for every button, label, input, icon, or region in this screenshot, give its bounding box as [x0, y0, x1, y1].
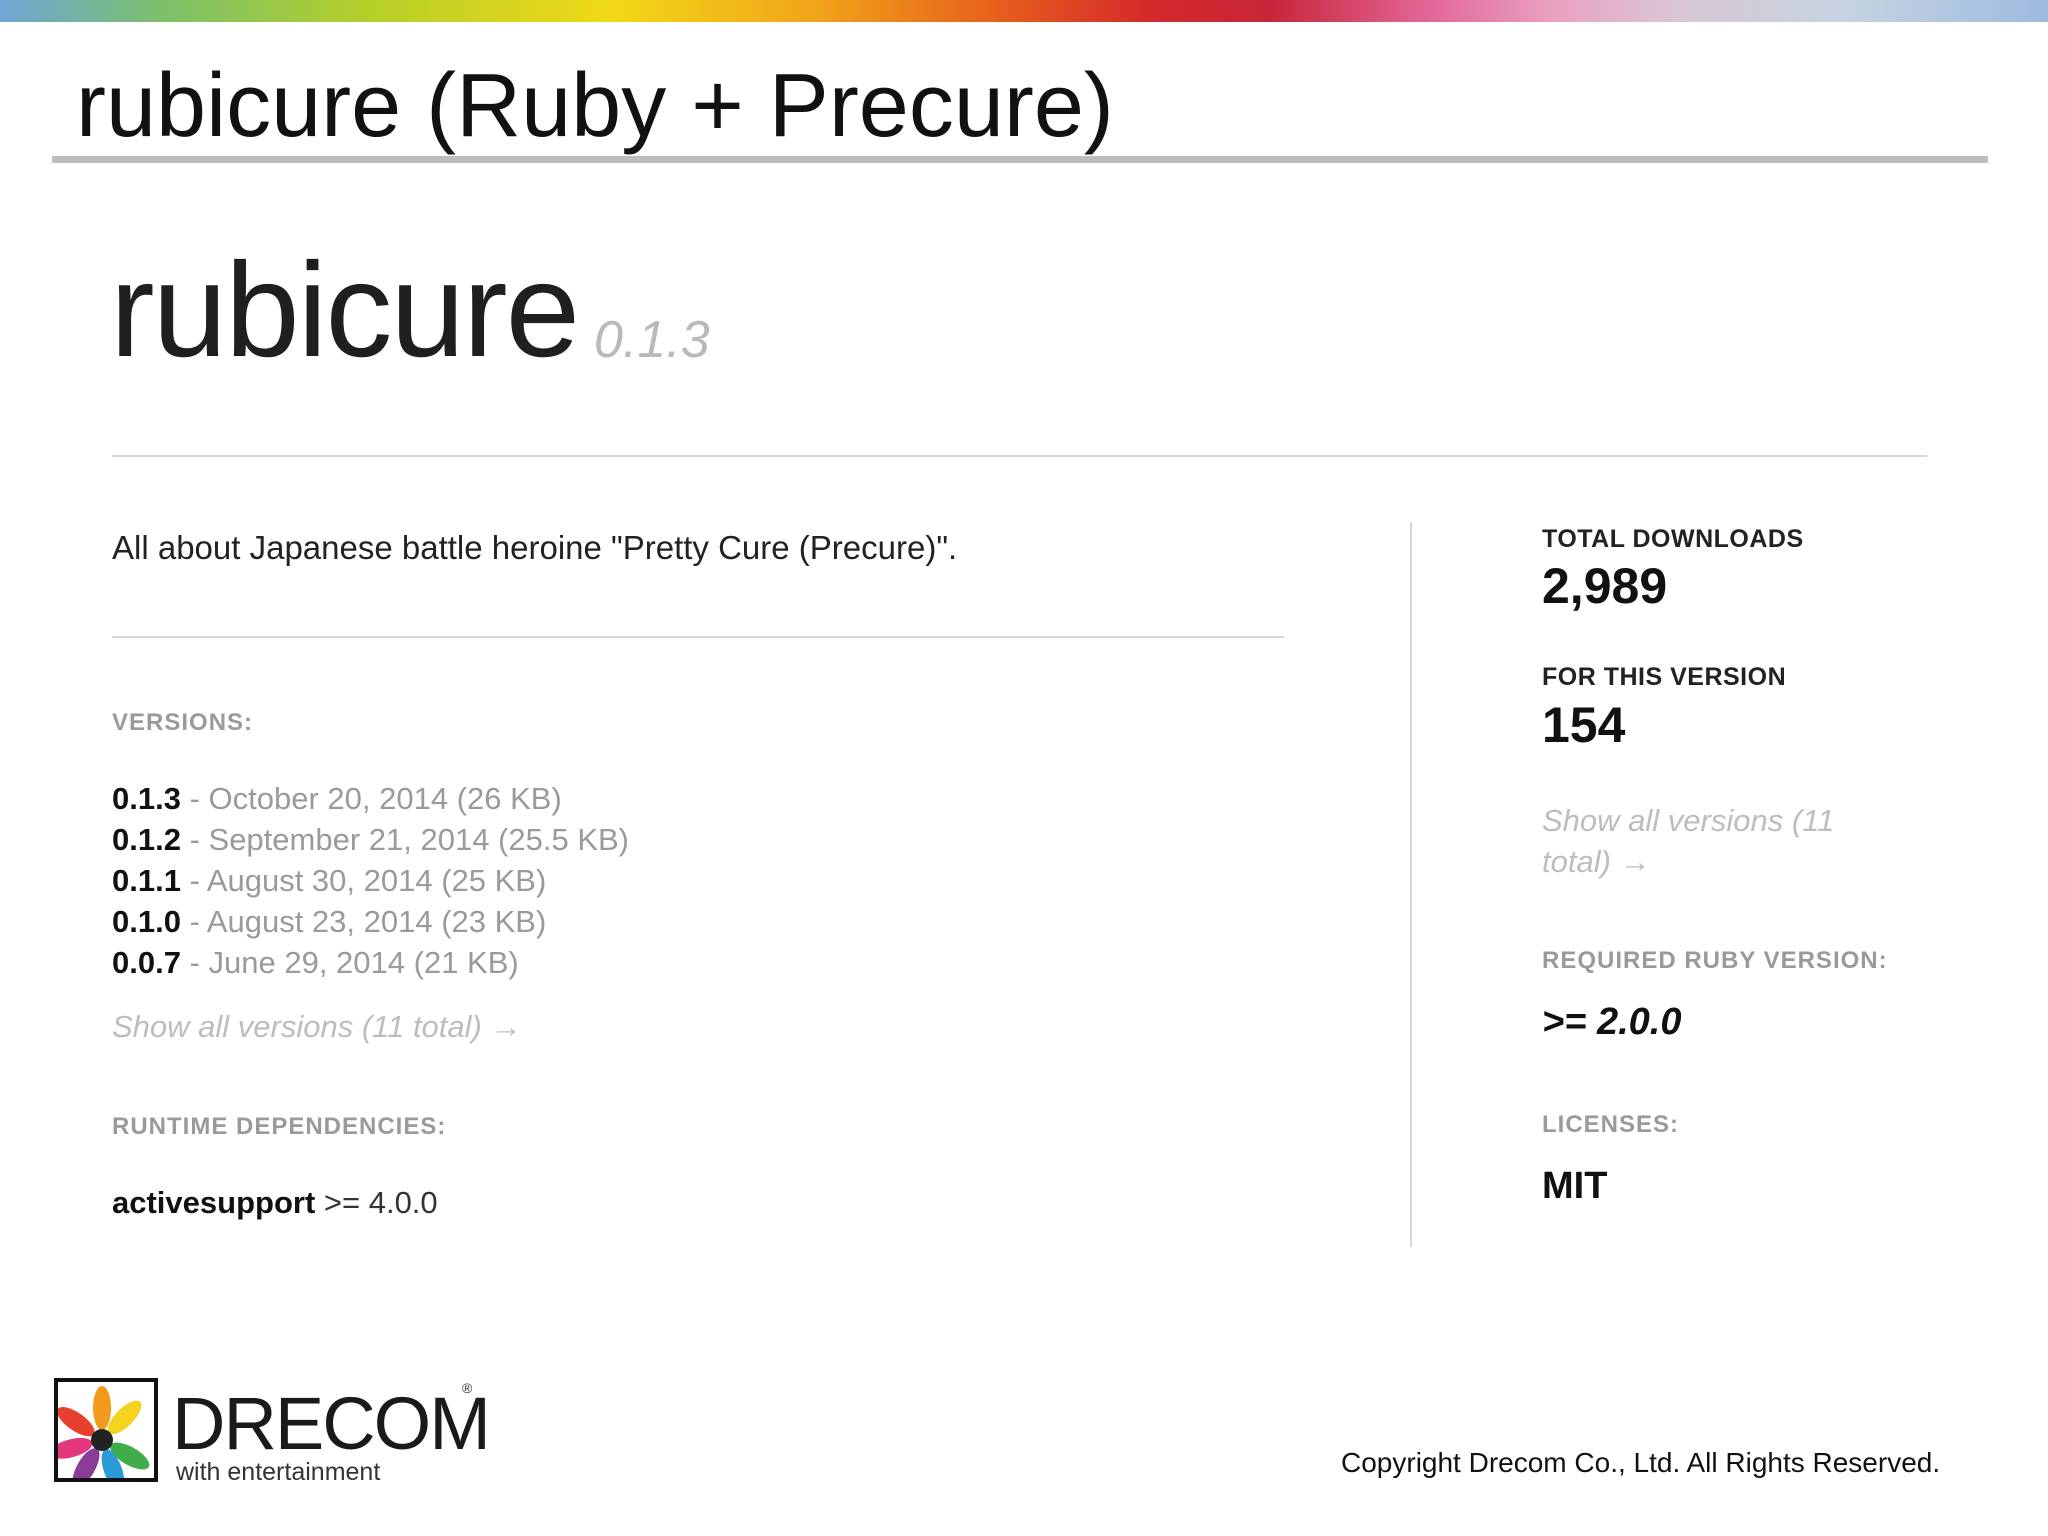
version-row: 0.1.0 - August 23, 2014 (23 KB): [112, 901, 629, 942]
version-info: August 30, 2014 (25 KB): [206, 863, 547, 898]
required-ruby-version: >= 2.0.0: [1542, 1001, 1682, 1043]
logo-tagline: with entertainment: [176, 1458, 381, 1486]
flower-logo-icon: [54, 1378, 158, 1482]
version-separator: -: [180, 781, 209, 816]
versions-label: VERSIONS:: [112, 709, 254, 736]
version-link[interactable]: 0.1.3: [112, 781, 181, 816]
this-version-downloads-count: 154: [1542, 697, 1626, 753]
version-link[interactable]: 0.1.2: [112, 822, 181, 857]
dependency-link[interactable]: activesupport: [112, 1185, 315, 1220]
version-link[interactable]: 0.0.7: [112, 945, 181, 980]
license-value: MIT: [1542, 1165, 1608, 1207]
logo-registered-mark: ®: [462, 1380, 473, 1396]
licenses-label: LICENSES:: [1542, 1111, 1680, 1138]
version-link[interactable]: 0.1.0: [112, 904, 181, 939]
gem-description: All about Japanese battle heroine "Prett…: [112, 529, 958, 566]
versions-list: 0.1.3 - October 20, 2014 (26 KB) 0.1.2 -…: [112, 778, 629, 983]
version-separator: -: [180, 904, 207, 939]
total-downloads-label: TOTAL DOWNLOADS: [1542, 525, 1804, 553]
header-divider: [112, 455, 1927, 457]
sidebar-show-all-versions-link[interactable]: Show all versions (11 total) →: [1542, 800, 1872, 882]
copyright-notice: Copyright Drecom Co., Ltd. All Rights Re…: [1341, 1447, 1941, 1478]
runtime-dependencies-label: RUNTIME DEPENDENCIES:: [112, 1113, 447, 1140]
total-downloads-count: 2,989: [1542, 558, 1668, 614]
sidebar-divider: [1410, 522, 1412, 1247]
gem-version: 0.1.3: [594, 311, 710, 369]
version-link[interactable]: 0.1.1: [112, 863, 181, 898]
version-info: September 21, 2014 (25.5 KB): [208, 822, 629, 857]
slide-title: rubicure (Ruby + Precure): [76, 56, 1114, 156]
dependency-requirement: >= 4.0.0: [315, 1185, 438, 1220]
version-row: 0.1.2 - September 21, 2014 (25.5 KB): [112, 819, 629, 860]
show-all-versions-link[interactable]: Show all versions (11 total) →: [112, 1006, 521, 1047]
gem-name: rubicure: [110, 236, 580, 385]
dependency-item: activesupport >= 4.0.0: [112, 1182, 438, 1223]
version-row: 0.1.1 - August 30, 2014 (25 KB): [112, 860, 629, 901]
version-info: August 23, 2014 (23 KB): [206, 904, 547, 939]
title-divider: [52, 156, 1988, 163]
version-row: 0.1.3 - October 20, 2014 (26 KB): [112, 778, 629, 819]
version-row: 0.0.7 - June 29, 2014 (21 KB): [112, 942, 629, 983]
version-separator: -: [180, 822, 209, 857]
rainbow-header-bar: [0, 0, 2048, 22]
version-info: October 20, 2014 (26 KB): [208, 781, 562, 816]
version-separator: -: [180, 945, 209, 980]
description-divider: [112, 636, 1284, 638]
drecom-logo: DRECOM ® with entertainment: [54, 1378, 491, 1488]
required-ruby-label: REQUIRED RUBY VERSION:: [1542, 947, 1888, 974]
version-info: June 29, 2014 (21 KB): [208, 945, 519, 980]
this-version-downloads-label: FOR THIS VERSION: [1542, 663, 1787, 691]
version-separator: -: [180, 863, 207, 898]
logo-wordmark: DRECOM: [172, 1382, 491, 1465]
